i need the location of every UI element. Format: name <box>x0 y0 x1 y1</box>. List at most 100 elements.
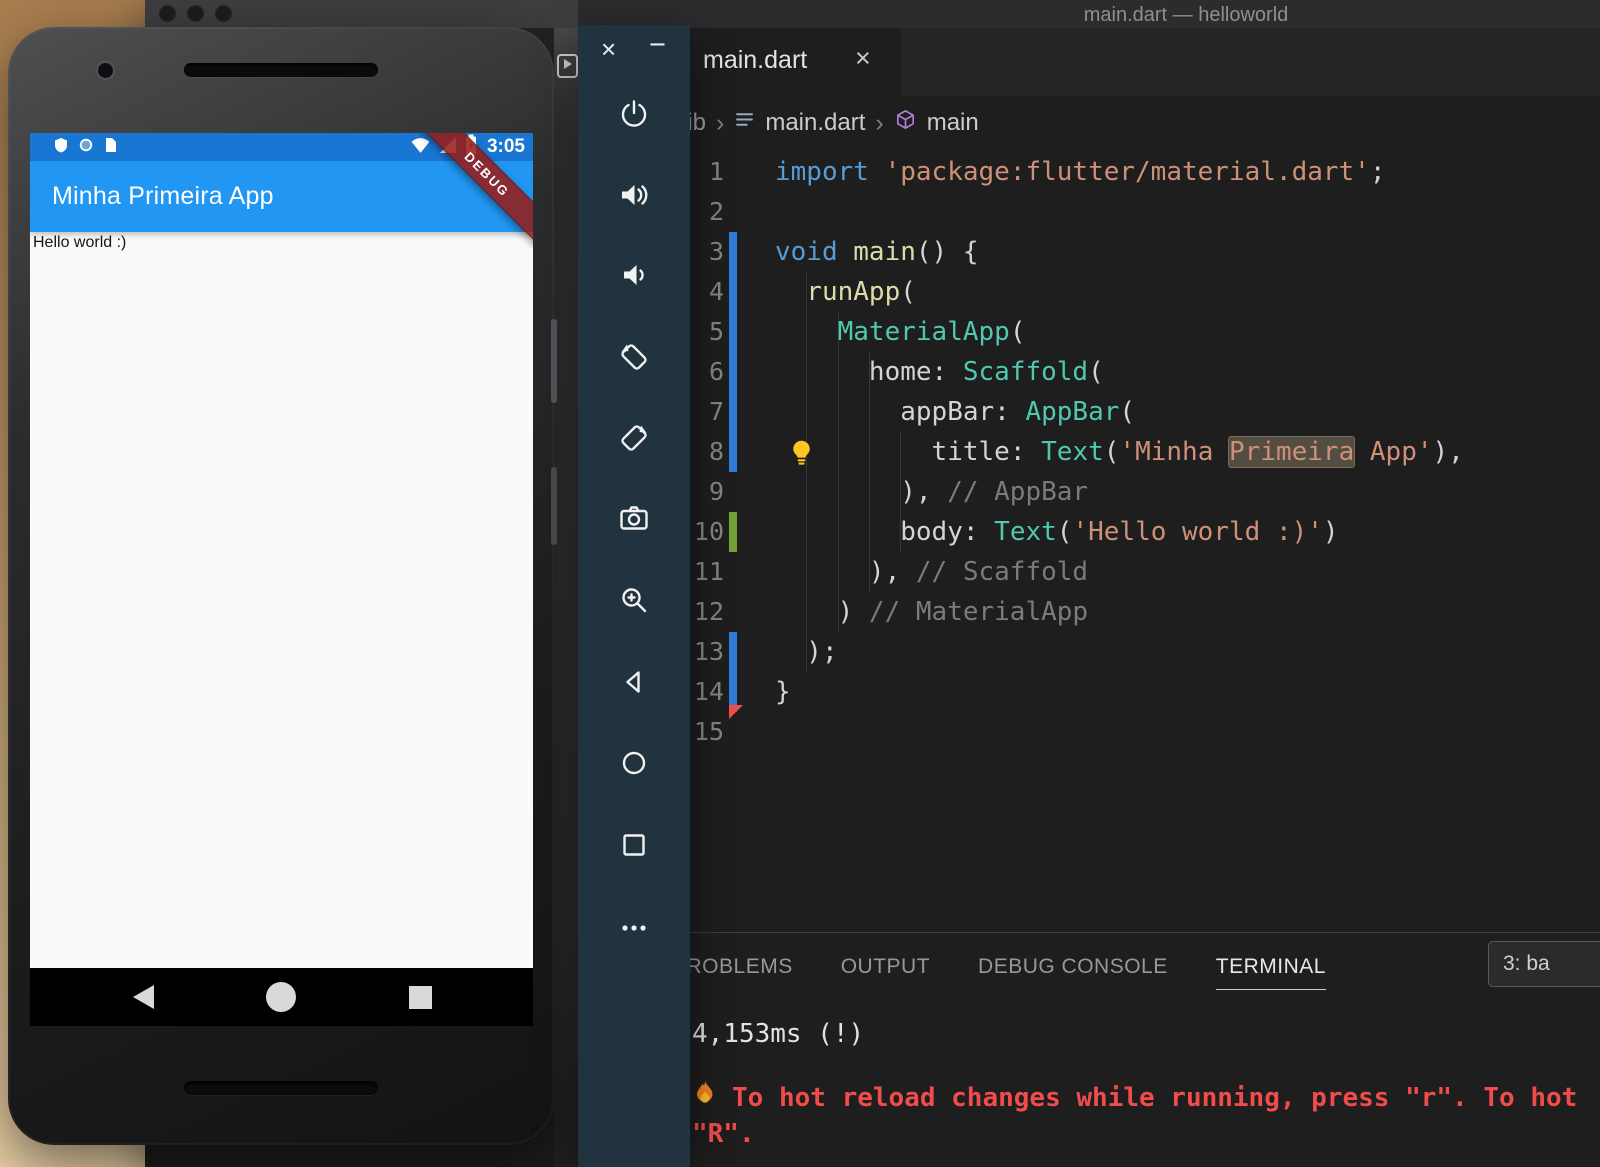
nav-overview-icon[interactable] <box>409 986 432 1009</box>
code-line[interactable]: 8 title: Text('Minha Primeira App'), <box>688 432 1600 472</box>
power-icon[interactable] <box>617 98 651 132</box>
code-token: : <box>962 517 995 547</box>
home-icon[interactable] <box>617 746 651 780</box>
code-text: ), // AppBar <box>775 472 1088 512</box>
line-number[interactable]: 14 <box>688 672 724 712</box>
code-line[interactable]: 13 ); <box>688 632 1600 672</box>
code-text: home: Scaffold( <box>775 352 1104 392</box>
code-text: title: Text('Minha Primeira App'), <box>775 432 1464 472</box>
line-number[interactable]: 12 <box>688 592 724 632</box>
line-number[interactable]: 11 <box>688 552 724 592</box>
tab-debug-console[interactable]: DEBUG CONSOLE <box>978 955 1168 990</box>
code-token: App' <box>1354 437 1433 467</box>
code-line[interactable]: 15 <box>688 705 1600 752</box>
code-lines[interactable]: 1 import 'package:flutter/material.dart';… <box>688 152 1600 932</box>
volume-rocker[interactable] <box>551 319 557 403</box>
code-line[interactable]: 11 ), // Scaffold <box>688 552 1600 592</box>
code-token: MaterialApp <box>837 317 1010 347</box>
emulator-close-icon[interactable]: × <box>601 36 616 62</box>
code-text: void main() { <box>775 232 979 272</box>
close-window-button[interactable] <box>159 5 176 22</box>
circle-icon <box>79 138 93 157</box>
chevron-right-icon: › <box>875 108 884 137</box>
tab-close-icon[interactable]: × <box>855 43 871 74</box>
code-line[interactable]: 6 home: Scaffold( <box>688 352 1600 392</box>
terminal-selector-dropdown[interactable]: 3: ba <box>1488 941 1600 987</box>
code-line[interactable]: 12 ) // MaterialApp <box>688 592 1600 632</box>
code-token: // Scaffold <box>915 557 1089 587</box>
code-token: ), <box>775 477 948 507</box>
code-line[interactable]: 1 import 'package:flutter/material.dart'; <box>688 152 1600 192</box>
code-line[interactable]: 14} <box>688 672 1600 712</box>
code-line[interactable]: 7 appBar: AppBar( <box>688 392 1600 432</box>
line-number[interactable]: 6 <box>688 352 724 392</box>
gutter-deleted-marker <box>729 705 743 745</box>
notification-icon <box>54 137 68 158</box>
power-button[interactable] <box>551 467 557 545</box>
volume-up-icon[interactable] <box>617 178 651 212</box>
code-line[interactable]: 4 runApp( <box>688 272 1600 312</box>
line-number[interactable]: 4 <box>688 272 724 312</box>
emulator-minimize-icon[interactable]: − <box>649 31 666 60</box>
rotate-left-icon[interactable] <box>617 340 651 374</box>
code-token: appBar <box>900 397 995 427</box>
code-token: : <box>1009 437 1042 467</box>
gutter-modified-marker <box>729 312 737 352</box>
line-number[interactable]: 3 <box>688 232 724 272</box>
debug-banner-wrap: DEBUG <box>418 133 533 248</box>
camera-icon[interactable] <box>617 501 651 535</box>
emulator-toolbar: × − <box>578 25 690 1167</box>
tab-output[interactable]: OUTPUT <box>841 955 930 990</box>
code-token: Text <box>1041 437 1104 467</box>
code-token: () { <box>915 237 979 267</box>
nav-home-icon[interactable] <box>266 982 296 1012</box>
minimize-window-button[interactable] <box>187 5 204 22</box>
line-number[interactable]: 9 <box>688 472 724 512</box>
overview-icon[interactable] <box>617 828 651 862</box>
code-token: // AppBar <box>947 477 1089 507</box>
magnifier-icon[interactable] <box>617 583 651 617</box>
tab-problems[interactable]: PROBLEMS <box>672 955 793 990</box>
code-text: runApp( <box>775 272 916 312</box>
symbol-cube-icon <box>894 108 917 138</box>
code-editor[interactable]: 1 import 'package:flutter/material.dart';… <box>688 152 1600 932</box>
back-icon[interactable] <box>617 665 651 699</box>
phone-screen[interactable]: 3:05 Minha Primeira App Hello world :) D… <box>30 133 533 1026</box>
breadcrumb-symbol[interactable]: main <box>927 109 979 137</box>
code-token: Scaffold <box>962 357 1089 387</box>
line-number[interactable]: 2 <box>688 192 724 232</box>
rotate-right-icon[interactable] <box>617 421 651 455</box>
code-line[interactable]: 10 body: Text('Hello world :)') <box>688 512 1600 552</box>
line-number[interactable]: 1 <box>688 152 724 192</box>
line-number[interactable]: 15 <box>688 712 724 752</box>
maximize-window-button[interactable] <box>215 5 232 22</box>
line-number[interactable]: 8 <box>688 432 724 472</box>
code-line[interactable]: 3 void main() { <box>688 232 1600 272</box>
code-line[interactable]: 9 ), // AppBar <box>688 472 1600 512</box>
line-number[interactable]: 5 <box>688 312 724 352</box>
line-number[interactable]: 13 <box>688 632 724 672</box>
breadcrumb-file[interactable]: main.dart <box>765 109 865 137</box>
gutter-added-marker <box>729 512 737 552</box>
front-camera <box>98 63 113 78</box>
nav-back-icon[interactable] <box>133 985 154 1009</box>
more-icon[interactable] <box>617 911 651 945</box>
code-line[interactable]: 2 <box>688 192 1600 232</box>
volume-down-icon[interactable] <box>617 258 651 292</box>
code-token: main <box>853 237 916 267</box>
titlebar-left-section <box>145 0 578 28</box>
code-text: MaterialApp( <box>775 312 1026 352</box>
partial-run-icon <box>557 54 578 78</box>
tab-terminal[interactable]: TERMINAL <box>1215 955 1326 990</box>
debug-banner: DEBUG <box>418 133 533 248</box>
tab-label: main.dart <box>703 46 808 74</box>
line-number[interactable]: 10 <box>688 512 724 552</box>
code-line[interactable]: 5 MaterialApp( <box>688 312 1600 352</box>
line-number[interactable]: 7 <box>688 392 724 432</box>
terminal-hot-reload-text: To hot reload changes while running, pre… <box>732 1082 1578 1113</box>
code-token: ); <box>775 637 838 667</box>
